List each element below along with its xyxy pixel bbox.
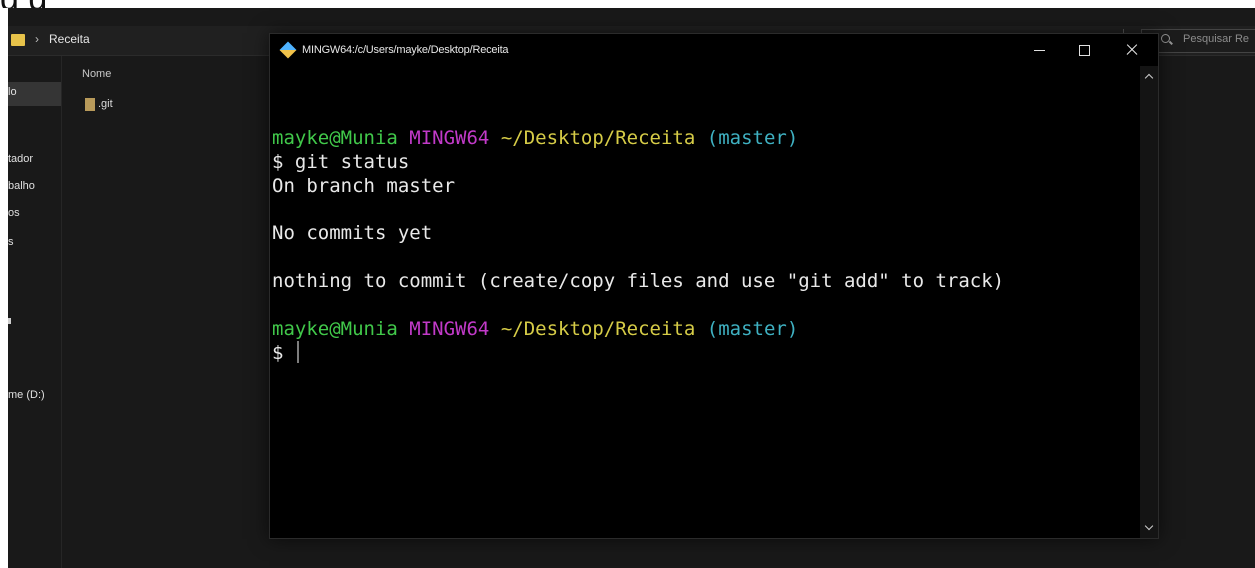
maximize-icon[interactable] <box>1066 38 1102 62</box>
output-line: No commits yet <box>272 222 433 244</box>
prompt-system: MINGW64 <box>409 127 490 149</box>
folder-icon <box>85 98 95 111</box>
prompt-user-host: mayke@Munia <box>272 318 398 340</box>
sidebar-item[interactable]: s <box>8 236 14 248</box>
pin-icon <box>8 318 11 324</box>
sidebar-item-drive-d[interactable]: me (D:) <box>8 389 45 401</box>
prompt-user-host: mayke@Munia <box>272 127 398 149</box>
prompt-line: mayke@Munia MINGW64 ~/Desktop/Receita (m… <box>272 126 798 150</box>
search-icon <box>1161 34 1170 43</box>
output-line: nothing to commit (create/copy files and… <box>272 270 1005 292</box>
sidebar-item[interactable]: balho <box>8 180 35 192</box>
screen: g g › Receita Pesquisar Re lo tador balh… <box>0 0 1255 568</box>
prompt-line: mayke@Munia MINGW64 ~/Desktop/Receita (m… <box>272 317 798 341</box>
breadcrumb-chevron-icon[interactable]: › <box>35 32 39 46</box>
chevron-down-icon[interactable] <box>1140 518 1158 538</box>
output-line: On branch master <box>272 175 456 197</box>
minimize-icon[interactable] <box>1022 38 1058 62</box>
close-icon[interactable] <box>1115 38 1151 62</box>
chevron-up-icon[interactable] <box>1140 66 1158 86</box>
prompt-branch: (master) <box>706 318 799 340</box>
terminal-titlebar[interactable]: MINGW64:/c/Users/mayke/Desktop/Receita <box>270 34 1158 66</box>
prompt-path: ~/Desktop/Receita <box>500 318 696 340</box>
sidebar-item[interactable]: os <box>8 207 20 219</box>
top-cutoff-text: g g <box>0 0 47 8</box>
terminal-output[interactable]: mayke@Munia MINGW64 ~/Desktop/Receita (m… <box>270 66 1140 538</box>
prompt-system: MINGW64 <box>409 318 490 340</box>
navigation-pane: lo tador balho os s me (D:) <box>8 56 62 568</box>
breadcrumb-current[interactable]: Receita <box>49 32 90 46</box>
sidebar-item[interactable]: lo <box>8 86 17 98</box>
prompt-path: ~/Desktop/Receita <box>500 127 696 149</box>
terminal-window: MINGW64:/c/Users/mayke/Desktop/Receita m… <box>269 33 1159 539</box>
top-cutoff-strip: g g <box>0 0 1255 8</box>
text-cursor <box>296 341 299 363</box>
prompt-symbol: $ <box>272 342 284 364</box>
command-line: $ git status <box>272 151 410 173</box>
prompt-branch: (master) <box>706 127 799 149</box>
column-header-name[interactable]: Nome <box>82 68 111 80</box>
file-name[interactable]: .git <box>98 98 113 110</box>
folder-icon <box>11 34 25 46</box>
git-bash-icon <box>279 41 297 59</box>
input-line[interactable]: $ <box>272 341 299 365</box>
sidebar-item[interactable]: tador <box>8 153 33 165</box>
search-placeholder: Pesquisar Re <box>1183 33 1250 45</box>
scrollbar[interactable] <box>1140 66 1158 538</box>
window-title: MINGW64:/c/Users/mayke/Desktop/Receita <box>302 44 509 56</box>
